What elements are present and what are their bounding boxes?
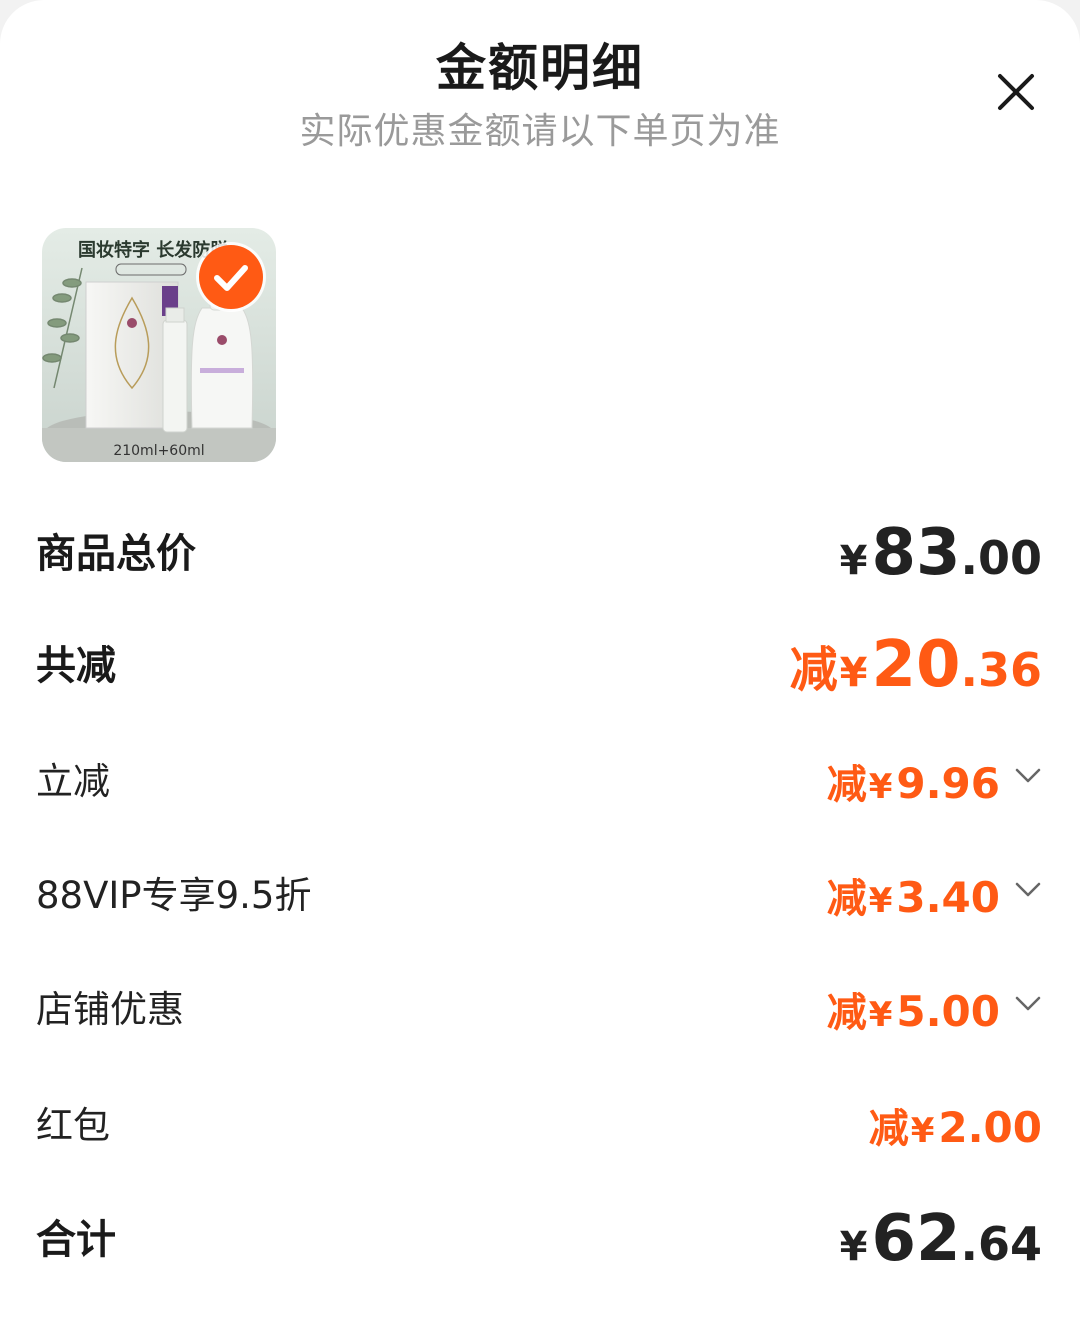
discount-prefix: 减 xyxy=(826,990,867,1037)
chevron-down-icon[interactable] xyxy=(1014,761,1042,789)
discount-prefix: 减 xyxy=(826,762,867,809)
grand-total-value: ¥ 62 .64 xyxy=(838,1202,1042,1276)
instant-discount-row[interactable]: 立减 减 ¥ 9.96 xyxy=(36,738,1042,818)
total-discount-value: 减 ¥ 20 .36 xyxy=(790,628,1042,702)
instant-discount-value: 减 ¥ 9.96 xyxy=(827,752,1042,810)
vip-discount-row[interactable]: 88VIP专享9.5折 减 ¥ 3.40 xyxy=(36,852,1042,932)
store-discount-amount: 5.00 xyxy=(896,987,1000,1037)
instant-discount-amount: 9.96 xyxy=(896,759,1000,809)
store-discount-row[interactable]: 店铺优惠 减 ¥ 5.00 xyxy=(36,966,1042,1046)
red-packet-label: 红包 xyxy=(36,1104,110,1147)
discount-prefix: 减 xyxy=(826,876,867,923)
total-price-value: ¥ 83 .00 xyxy=(838,516,1042,590)
currency-symbol: ¥ xyxy=(868,767,893,808)
currency-symbol: ¥ xyxy=(868,881,893,922)
currency-symbol: ¥ xyxy=(839,650,868,697)
currency-symbol: ¥ xyxy=(868,995,893,1036)
red-packet-row: 红包 减 ¥ 2.00 xyxy=(36,1082,1042,1162)
total-price-label: 商品总价 xyxy=(36,531,196,577)
amount-detail-sheet: 金额明细 实际优惠金额请以下单页为准 国妆特字 长发防脱 210ml+60ml … xyxy=(0,0,1080,1325)
sheet-title: 金额明细 xyxy=(436,39,644,97)
grand-total-integer: 62 xyxy=(871,1202,961,1277)
sheet-subtitle: 实际优惠金额请以下单页为准 xyxy=(299,111,781,152)
total-price-row: 商品总价 ¥ 83 .00 xyxy=(36,510,1042,590)
currency-symbol: ¥ xyxy=(839,538,868,585)
total-discount-label: 共减 xyxy=(36,643,116,689)
store-discount-value: 减 ¥ 5.00 xyxy=(827,980,1042,1038)
total-price-integer: 83 xyxy=(871,516,961,591)
currency-symbol: ¥ xyxy=(910,1111,935,1152)
vip-discount-label: 88VIP专享9.5折 xyxy=(36,874,312,917)
store-discount-label: 店铺优惠 xyxy=(36,988,184,1031)
chevron-down-icon[interactable] xyxy=(1014,989,1042,1017)
grand-total-decimal: .64 xyxy=(960,1217,1043,1272)
vip-discount-amount: 3.40 xyxy=(896,873,1000,923)
total-price-decimal: .00 xyxy=(960,531,1043,586)
close-button[interactable] xyxy=(990,66,1042,118)
grand-total-row: 合计 ¥ 62 .64 xyxy=(36,1196,1042,1276)
total-discount-integer: 20 xyxy=(871,628,961,703)
total-discount-row: 共减 减 ¥ 20 .36 xyxy=(36,622,1042,702)
vip-discount-value: 减 ¥ 3.40 xyxy=(827,866,1042,924)
product-image-caption: 210ml+60ml xyxy=(113,443,204,459)
grand-total-label: 合计 xyxy=(36,1217,116,1263)
check-icon xyxy=(214,265,248,291)
currency-symbol: ¥ xyxy=(839,1224,868,1271)
total-discount-decimal: .36 xyxy=(960,643,1043,698)
red-packet-value: 减 ¥ 2.00 xyxy=(869,1096,1042,1154)
selected-badge[interactable] xyxy=(199,245,263,309)
chevron-down-icon[interactable] xyxy=(1014,875,1042,903)
discount-prefix: 减 xyxy=(868,1106,909,1153)
instant-discount-label: 立减 xyxy=(36,760,110,803)
close-icon xyxy=(998,74,1034,110)
red-packet-amount: 2.00 xyxy=(938,1103,1042,1153)
discount-prefix: 减 xyxy=(789,642,838,699)
